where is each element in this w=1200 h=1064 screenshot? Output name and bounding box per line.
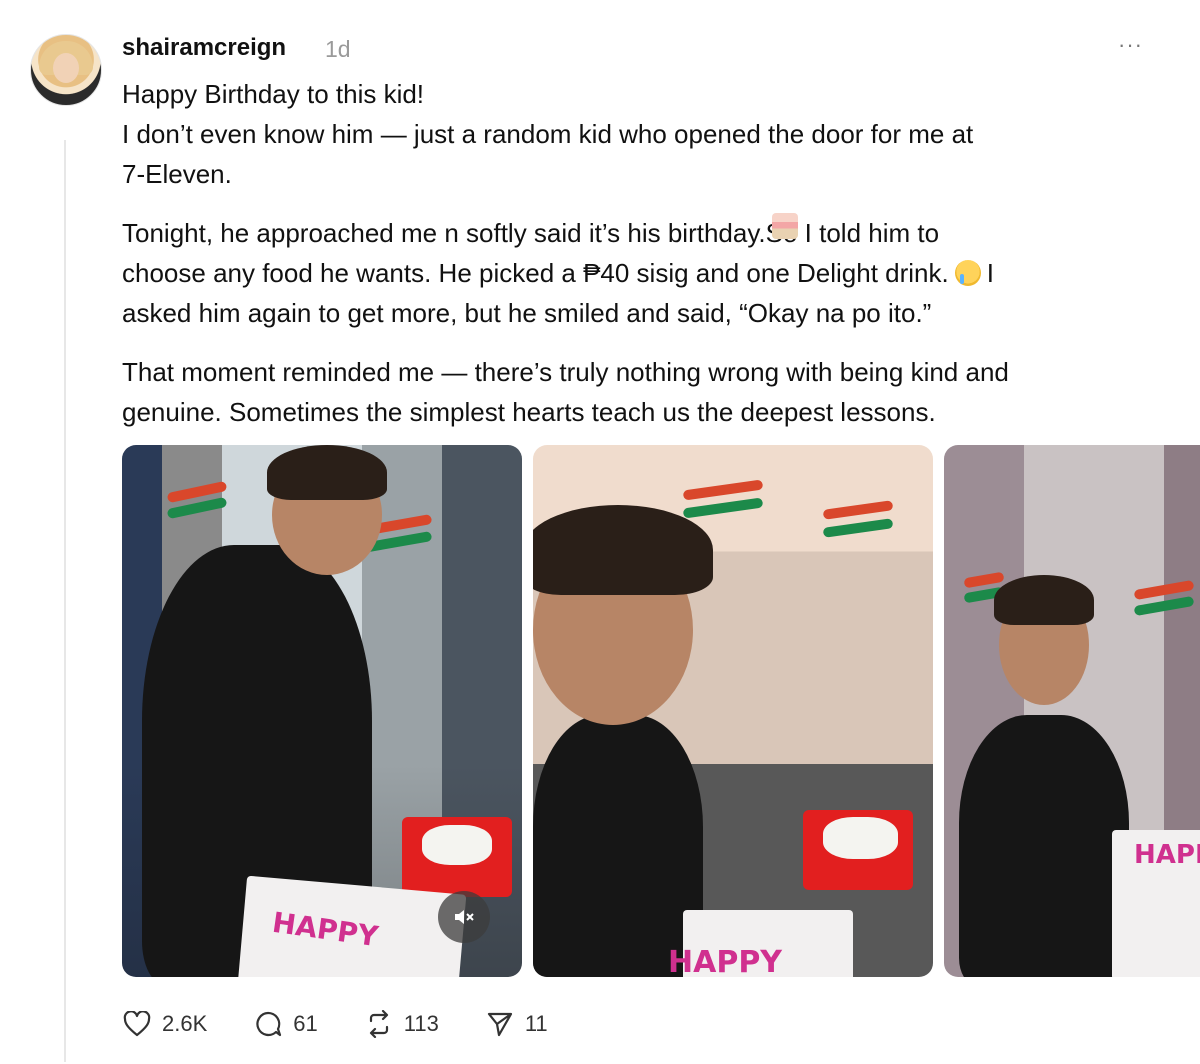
store-logo-stripe bbox=[1133, 595, 1195, 617]
post-time[interactable]: 1d bbox=[325, 36, 351, 63]
child-figure bbox=[959, 715, 1129, 977]
post-body: Happy Birthday to this kid! I don’t even… bbox=[122, 74, 1132, 451]
store-logo-stripe bbox=[822, 500, 894, 520]
avatar-face bbox=[53, 53, 79, 83]
reply-button[interactable]: 61 bbox=[253, 1009, 318, 1039]
mute-button[interactable] bbox=[438, 891, 490, 943]
text-line: genuine. Sometimes the simplest hearts t… bbox=[122, 397, 936, 427]
speaker-muted-icon bbox=[455, 910, 474, 924]
text-line: choose any food he wants. He picked a ₱4… bbox=[122, 253, 1132, 293]
food-rice bbox=[422, 825, 492, 865]
send-icon bbox=[485, 1009, 515, 1039]
cake-candle-text: HAPP bbox=[1134, 840, 1200, 870]
store-logo-stripe bbox=[682, 497, 764, 519]
reply-count: 61 bbox=[293, 1011, 318, 1036]
crying-face-icon bbox=[954, 260, 981, 286]
text-line: Happy Birthday to this kid! bbox=[122, 79, 425, 109]
text-line: asked him again to get more, but he smil… bbox=[122, 298, 932, 328]
store-logo-stripe bbox=[822, 518, 894, 538]
child-hair bbox=[267, 445, 387, 500]
repost-button[interactable]: 113 bbox=[364, 1009, 439, 1039]
share-button[interactable]: 11 bbox=[485, 1009, 548, 1039]
birthday-cake-icon bbox=[771, 213, 798, 239]
text-segment: Tonight, he approached me n softly said … bbox=[122, 218, 766, 248]
video-thumbnail-1[interactable]: HAPPY bbox=[122, 445, 522, 977]
repost-icon bbox=[364, 1009, 394, 1039]
text-segment: I bbox=[986, 258, 994, 288]
paragraph-2: Tonight, he approached me n softly said … bbox=[122, 213, 1132, 333]
like-count: 2.6K bbox=[162, 1011, 208, 1036]
cake-candle-text: HAPPY bbox=[668, 945, 783, 977]
text-line: That moment reminded me — there’s truly … bbox=[122, 357, 1009, 387]
paragraph-3: That moment reminded me — there’s truly … bbox=[122, 352, 1132, 432]
media-gallery[interactable]: HAPPY HAPPY HAPP bbox=[122, 445, 1200, 977]
store-logo-stripe bbox=[682, 479, 764, 501]
photo-2[interactable]: HAPPY bbox=[533, 445, 933, 977]
more-options-button[interactable]: ··· bbox=[1118, 32, 1143, 58]
child-hair bbox=[533, 505, 713, 595]
photo-3[interactable]: HAPP bbox=[944, 445, 1200, 977]
heart-icon bbox=[122, 1009, 152, 1039]
thread-line bbox=[64, 140, 66, 1062]
avatar[interactable] bbox=[30, 34, 102, 106]
child-figure bbox=[533, 715, 703, 977]
repost-count: 113 bbox=[403, 1011, 439, 1036]
text-segment: choose any food he wants. He picked a ₱4… bbox=[122, 258, 949, 288]
paragraph-1: Happy Birthday to this kid! I don’t even… bbox=[122, 74, 1132, 194]
food-rice bbox=[823, 817, 898, 859]
text-line: Tonight, he approached me n softly said … bbox=[122, 213, 1132, 253]
store-logo-stripe bbox=[963, 571, 1005, 589]
text-line: 7-Eleven. bbox=[122, 159, 232, 189]
share-count: 11 bbox=[524, 1011, 548, 1036]
username[interactable]: shairamcreign bbox=[122, 34, 286, 62]
action-bar: 2.6K 61 113 11 bbox=[122, 1004, 594, 1044]
comment-icon bbox=[253, 1009, 283, 1039]
child-hair bbox=[994, 575, 1094, 625]
like-button[interactable]: 2.6K bbox=[122, 1009, 207, 1039]
text-line: I don’t even know him — just a random ki… bbox=[122, 119, 974, 149]
